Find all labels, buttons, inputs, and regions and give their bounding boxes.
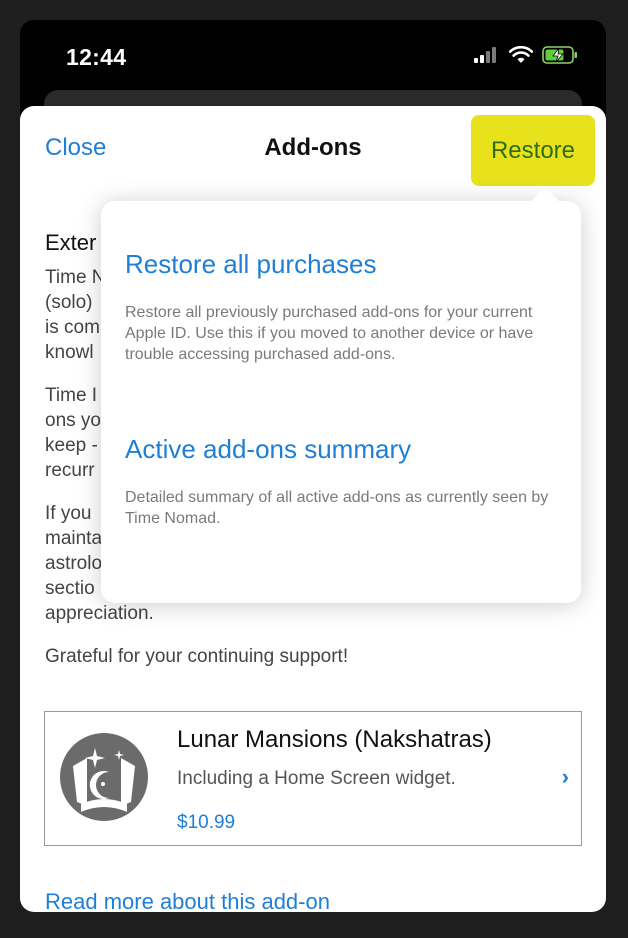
status-icons bbox=[474, 46, 578, 64]
restore-button-label: Restore bbox=[490, 136, 576, 164]
menu-item-title: Active add-ons summary bbox=[125, 434, 412, 464]
wifi-icon bbox=[509, 46, 533, 63]
device-screen: 12:44 Close Add-ons Restore Exter Time N… bbox=[20, 20, 606, 912]
addon-card-lunar-mansions[interactable]: Lunar Mansions (Nakshatras) Including a … bbox=[44, 711, 582, 846]
restore-button[interactable]: Restore bbox=[471, 115, 595, 186]
menu-item-description: Detailed summary of all active add-ons a… bbox=[125, 489, 549, 527]
status-bar: 12:44 bbox=[20, 20, 606, 100]
popover-arrow bbox=[529, 187, 561, 203]
addon-price: $10.99 bbox=[177, 812, 236, 833]
menu-item-restore-purchases[interactable]: Restore all purchases Restore all previo… bbox=[125, 249, 565, 365]
support-note: Grateful for your continuing support! bbox=[45, 646, 349, 667]
addon-title: Lunar Mansions (Nakshatras) bbox=[177, 726, 492, 753]
menu-item-title: Restore all purchases bbox=[125, 249, 377, 279]
moon-stars-icon bbox=[60, 733, 148, 821]
restore-popover-menu: Restore all purchases Restore all previo… bbox=[101, 187, 581, 603]
battery-charging-icon bbox=[542, 46, 577, 64]
description-paragraph: appreciation. bbox=[45, 603, 154, 624]
status-time: 12:44 bbox=[66, 44, 127, 70]
menu-item-active-addons-summary[interactable]: Active add-ons summary Detailed summary … bbox=[125, 434, 565, 529]
navigation-bar: Close Add-ons Restore bbox=[20, 106, 606, 190]
addon-subtitle: Including a Home Screen widget. bbox=[177, 768, 456, 789]
read-more-link[interactable]: Read more about this add-on bbox=[45, 889, 330, 912]
chevron-right-icon: › bbox=[561, 764, 569, 789]
cellular-signal-icon bbox=[474, 47, 496, 63]
menu-item-description: Restore all previously purchased add-ons… bbox=[125, 304, 534, 363]
